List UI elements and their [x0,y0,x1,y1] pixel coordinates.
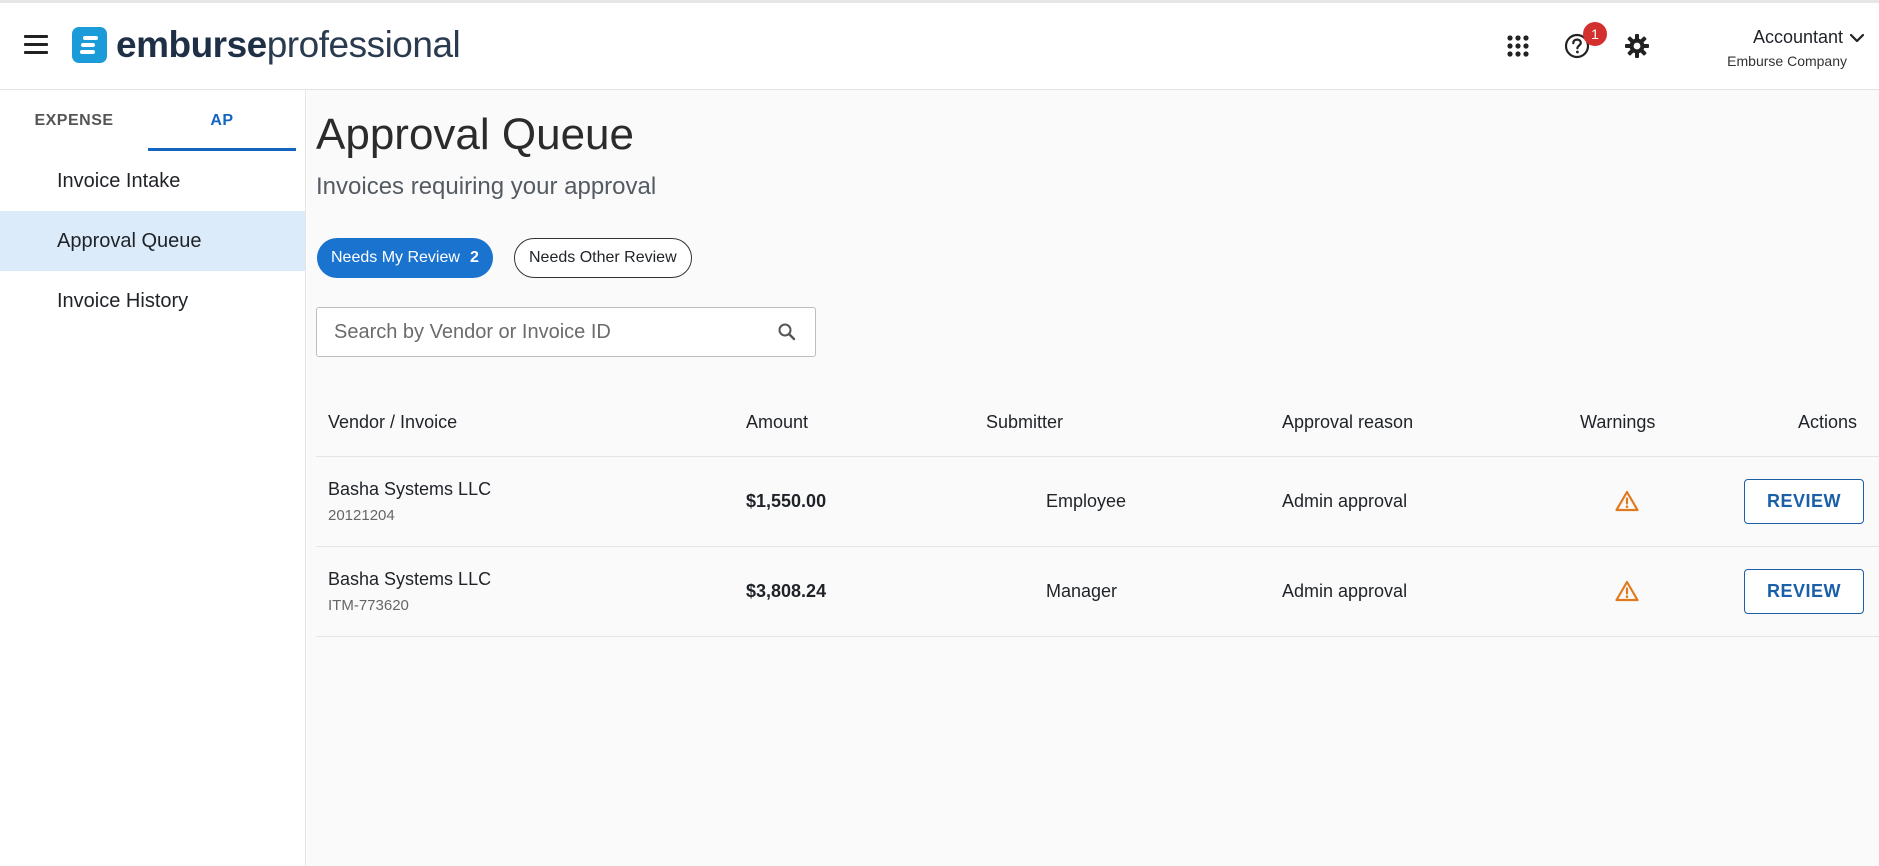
warning-icon[interactable] [1615,490,1639,512]
sidebar: EXPENSE AP Invoice Intake Approval Queue… [0,90,306,866]
table-header: Vendor / Invoice Amount Submitter Approv… [316,390,1879,457]
sidebar-tabs: EXPENSE AP [0,90,305,151]
submitter: Employee [1046,491,1127,511]
gear-icon[interactable] [1624,33,1650,59]
vendor-name: Basha Systems LLC [328,569,492,589]
filter-needs-my-review-count: 2 [469,249,479,266]
submitter: Manager [1046,581,1118,601]
app-logo[interactable]: emburseprofessional [72,24,461,65]
column-header-vendor: Vendor / Invoice [328,412,458,432]
column-header-submitter: Submitter [986,412,1064,432]
filter-needs-my-review-label: Needs My Review [331,249,460,266]
approval-reason: Admin approval [1282,581,1408,601]
filter-needs-my-review[interactable]: Needs My Review 2 [317,238,493,278]
sidebar-item-invoice-history[interactable]: Invoice History [0,271,305,331]
filter-needs-other-review-label: Needs Other Review [529,249,677,266]
invoice-amount: $1,550.00 [746,491,827,511]
emburse-logo-mark [72,27,107,63]
app-header: emburseprofessional 1 Accountant Emburse… [0,3,1879,90]
account-company: Emburse Company [1727,53,1847,69]
column-header-approval-reason: Approval reason [1282,412,1414,432]
logo-word-emburse: emburse [116,24,267,65]
invoice-table: Vendor / Invoice Amount Submitter Approv… [316,390,1879,637]
search-input[interactable] [317,308,757,356]
column-header-warnings: Warnings [1580,412,1656,432]
main-content: Approval Queue Invoices requiring your a… [307,90,1879,866]
search-icon[interactable] [777,322,797,342]
sidebar-item-invoice-intake[interactable]: Invoice Intake [0,151,305,211]
invoice-id: 20121204 [328,507,395,524]
review-button[interactable]: REVIEW [1744,569,1864,614]
menu-icon[interactable] [24,35,48,55]
account-role-label: Accountant [1752,27,1843,47]
warning-icon[interactable] [1615,580,1639,602]
help-notification-badge: 1 [1583,22,1607,46]
table-row: Basha Systems LLC ITM-773620 $3,808.24 M… [316,547,1879,637]
sidebar-item-approval-queue[interactable]: Approval Queue [0,211,305,271]
vendor-name: Basha Systems LLC [328,479,492,499]
column-header-actions: Actions [1798,412,1858,432]
logo-word-professional: professional [266,24,461,65]
tab-ap[interactable]: AP [148,90,296,151]
account-role: Accountant [1727,27,1865,48]
invoice-id: ITM-773620 [328,597,409,614]
review-button[interactable]: REVIEW [1744,479,1864,524]
approval-reason: Admin approval [1282,491,1408,511]
chevron-down-icon [1849,33,1865,42]
filter-needs-other-review[interactable]: Needs Other Review [514,238,692,278]
page-title: Approval Queue [316,110,634,159]
apps-grid-icon[interactable] [1505,33,1531,59]
page-subtitle: Invoices requiring your approval [316,173,657,200]
account-menu[interactable]: Accountant Emburse Company [1727,27,1865,69]
tab-expense[interactable]: EXPENSE [0,90,148,151]
search-box [316,307,816,357]
invoice-amount: $3,808.24 [746,581,827,601]
table-row: Basha Systems LLC 20121204 $1,550.00 Emp… [316,457,1879,547]
logo-wordmark: emburseprofessional [116,24,461,65]
column-header-amount: Amount [746,412,809,432]
